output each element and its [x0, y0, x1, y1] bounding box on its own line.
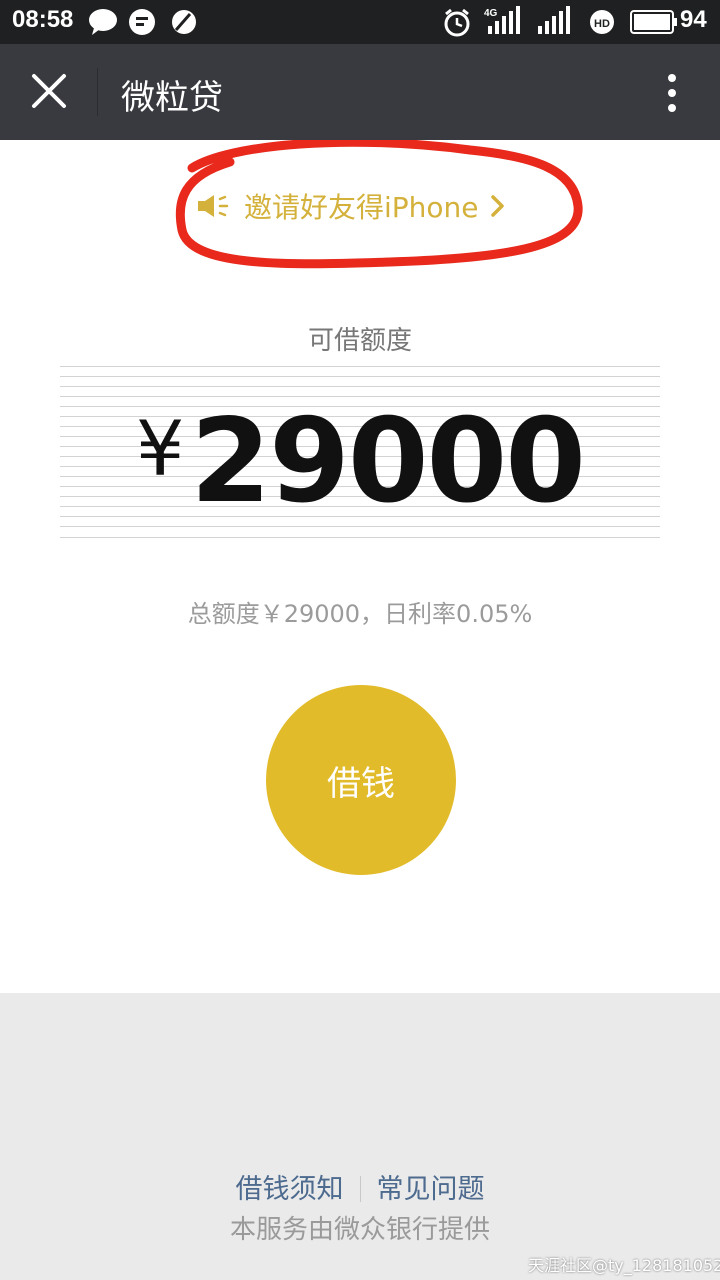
status-time: 08:58 [12, 6, 74, 33]
invite-text: 邀请好友得iPhone [244, 191, 479, 224]
total-quota-rate: 总额度￥29000，日利率0.05% [187, 600, 533, 628]
status-bar: 08:58 4G HD 94 [0, 0, 720, 44]
footer-links: 借钱须知 常见问题 [0, 1167, 720, 1206]
main-content: 邀请好友得iPhone 可借额度 ¥29000 总额度￥29000，日利率0.0… [0, 140, 720, 993]
app-icon [170, 8, 198, 40]
signal-icon: 4G [484, 6, 524, 40]
hd-icon: HD [588, 8, 616, 40]
faq-link[interactable]: 常见问题 [377, 1174, 485, 1205]
battery-icon [630, 10, 678, 38]
chevron-right-icon [490, 195, 504, 217]
available-quota-label: 可借额度 [307, 326, 412, 356]
chat-bubble-icon [88, 8, 118, 40]
message-icon [128, 8, 156, 40]
watermark: 天涯社区@ty_128181052 [528, 1256, 720, 1275]
service-provider-text: 本服务由微众银行提供 [229, 1215, 490, 1245]
quota-amount: ¥29000 [60, 394, 660, 529]
link-separator [359, 1176, 361, 1202]
quota-amount-panel: ¥29000 [60, 366, 660, 540]
nav-bar: 微粒贷 [0, 44, 720, 140]
svg-text:4G: 4G [484, 8, 498, 19]
amount-value: 29000 [190, 394, 586, 529]
more-vertical-icon [668, 74, 676, 112]
borrow-notice-link[interactable]: 借钱须知 [236, 1174, 344, 1205]
borrow-button[interactable]: 借钱 [266, 685, 456, 875]
svg-text:HD: HD [594, 18, 610, 30]
close-button[interactable] [24, 66, 74, 116]
more-button[interactable] [650, 68, 694, 118]
page-title: 微粒贷 [121, 78, 223, 118]
battery-level: 94 [680, 6, 707, 33]
alarm-icon [442, 8, 472, 42]
close-icon [32, 74, 66, 108]
speaker-icon [198, 195, 229, 217]
footer: 借钱须知 常见问题 本服务由微众银行提供 天涯社区@ty_128181052 [0, 993, 720, 1280]
nav-divider [97, 68, 98, 116]
invite-banner[interactable]: 邀请好友得iPhone [196, 186, 507, 226]
currency-symbol: ¥ [136, 404, 185, 493]
signal-icon [536, 6, 576, 40]
